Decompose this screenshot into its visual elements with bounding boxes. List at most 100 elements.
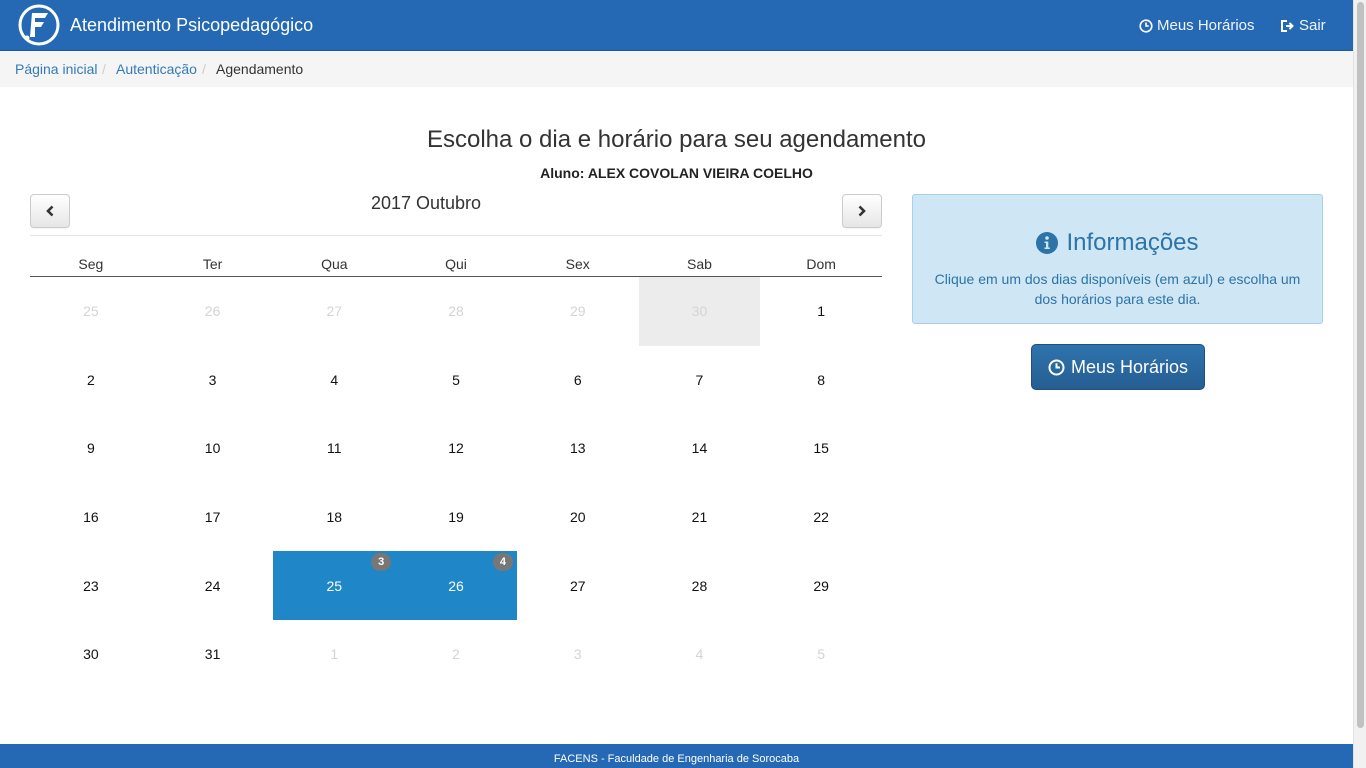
day-number: 26: [204, 303, 221, 320]
top-navbar: Atendimento Psicopedagógico Meus Horário…: [0, 0, 1353, 51]
day-number: 22: [813, 509, 829, 526]
calendar-day: 26: [152, 277, 274, 346]
day-number: 1: [330, 646, 339, 663]
calendar-day: 12: [395, 414, 517, 483]
day-number: 1: [817, 303, 826, 320]
day-number: 29: [569, 303, 586, 320]
calendar-day: 10: [152, 414, 274, 483]
day-number: 19: [448, 509, 464, 526]
day-number: 5: [817, 646, 826, 663]
day-number: 27: [326, 303, 343, 320]
day-number: 2: [86, 371, 95, 388]
calendar-day: 29: [760, 551, 882, 620]
day-number: 10: [204, 440, 221, 457]
calendar-day: 2: [30, 346, 152, 415]
day-number: 24: [204, 577, 221, 594]
app-title[interactable]: Atendimento Psicopedagógico: [70, 15, 313, 36]
calendar-day: 4: [639, 620, 761, 689]
day-number: 23: [83, 577, 99, 594]
calendar-day: 18: [273, 483, 395, 552]
vertical-scrollbar[interactable]: [1353, 0, 1366, 768]
nav-meus-horarios-link[interactable]: Meus Horários: [1139, 17, 1255, 34]
calendar-day: 1: [273, 620, 395, 689]
calendar-day: 14: [639, 414, 761, 483]
clock-icon: [1048, 359, 1065, 375]
day-number: 9: [86, 440, 95, 457]
day-number: 15: [813, 440, 829, 457]
info-title: Informações: [913, 229, 1322, 257]
day-number: 2: [452, 646, 460, 663]
calendar-day: 4: [273, 346, 395, 415]
info-panel: Informações Clique em um dos dias dispon…: [912, 194, 1323, 324]
info-circle-icon: [1036, 232, 1059, 254]
calendar-day-available[interactable]: 25 3: [273, 551, 396, 620]
calendar-month-label: 2017 Outubro: [30, 193, 882, 214]
calendar-day: 28: [639, 551, 761, 620]
nav-sair-link[interactable]: Sair: [1280, 17, 1326, 34]
calendar-day: 30: [30, 620, 152, 689]
calendar-day: 13: [517, 414, 639, 483]
day-number: 27: [569, 577, 586, 594]
calendar-weekday-header: Seg Ter Qua Qui Sex Sab Dom: [30, 256, 882, 277]
day-number: 4: [695, 646, 704, 663]
day-number: 25: [326, 577, 343, 594]
calendar-day: 8: [760, 346, 882, 415]
day-number: 16: [83, 509, 99, 526]
calendar-day: 3: [517, 620, 639, 689]
breadcrumb-home[interactable]: Página inicial: [15, 61, 98, 77]
day-number: 28: [691, 577, 708, 594]
calendar-day: 19: [395, 483, 517, 552]
calendar-day: 6: [517, 346, 639, 415]
calendar-day: 30: [638, 277, 761, 346]
calendar-day: 5: [760, 620, 882, 689]
day-number: 21: [691, 509, 708, 526]
clock-icon: [1139, 18, 1153, 33]
calendar-next-button[interactable]: [842, 194, 882, 228]
breadcrumb-separator: /: [102, 61, 106, 77]
meus-horarios-label: Meus Horários: [1070, 356, 1189, 377]
weekday-label: Ter: [202, 256, 223, 272]
weekday-label: Qui: [445, 256, 467, 272]
calendar-day: 17: [152, 483, 274, 552]
calendar-day-available[interactable]: 26 4: [395, 551, 517, 620]
calendar-week-row: 2 3 4 5 6 7 8: [30, 346, 882, 415]
chevron-right-icon: [858, 205, 866, 217]
calendar-day: 9: [30, 414, 152, 483]
day-number: 29: [813, 577, 829, 594]
calendar-day: 31: [152, 620, 274, 689]
day-number: 5: [452, 371, 460, 388]
meus-horarios-button[interactable]: Meus Horários: [1031, 344, 1205, 390]
weekday-label: Dom: [806, 256, 836, 272]
info-title-text: Informações: [1066, 229, 1199, 256]
calendar-day: 3: [152, 346, 274, 415]
weekday-label: Seg: [78, 256, 104, 272]
day-number: 12: [448, 440, 464, 457]
calendar-day: 22: [760, 483, 882, 552]
day-number: 8: [817, 371, 826, 388]
day-number: 28: [448, 303, 464, 320]
calendar-month-text: 2017 Outubro: [370, 193, 482, 213]
calendar-day: 29: [517, 277, 639, 346]
breadcrumb: Página inicial / Autenticação / Agendame…: [0, 51, 1353, 87]
breadcrumb-current: Agendamento: [216, 61, 304, 77]
scrollbar-thumb[interactable]: [1357, 2, 1364, 728]
calendar-day: 7: [639, 346, 761, 415]
calendar-grid: 25 26 27 28 29 30 1 2 3 4 5 6 7 8 9 10 11 12 13 14 15 16 17 18 1…: [30, 277, 882, 689]
calendar-day: 27: [517, 551, 639, 620]
day-number: 17: [204, 509, 221, 526]
day-number: 14: [691, 440, 708, 457]
day-number: 31: [204, 646, 221, 663]
sign-out-icon: [1281, 19, 1294, 32]
slots-count-badge: 4: [492, 553, 513, 572]
day-number: 3: [208, 371, 217, 388]
facens-logo-icon[interactable]: [18, 4, 60, 46]
weekday-label: Sex: [565, 256, 590, 272]
day-number: 3: [573, 646, 582, 663]
day-number: 20: [569, 509, 586, 526]
breadcrumb-autenticacao[interactable]: Autenticação: [116, 61, 197, 77]
day-number: 4: [330, 371, 339, 388]
calendar-day: 1: [760, 277, 882, 346]
calendar-day: 15: [760, 414, 882, 483]
calendar-divider: [30, 235, 882, 236]
calendar-day: 20: [517, 483, 639, 552]
